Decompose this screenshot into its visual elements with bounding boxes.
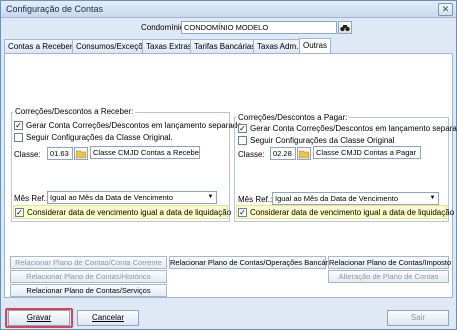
relacionar-historico-button[interactable]: Relacionar Plano de Contas/Histórico [10,270,167,283]
close-button[interactable]: ✕ [438,3,453,16]
title-bar: Configuração de Contas ✕ [1,1,456,18]
gravar-button[interactable]: Gravar [8,310,70,326]
sair-button[interactable]: Sair [387,310,449,326]
relacionar-conta-corrente-button[interactable]: Relacionar Plano de Contas/Conta Corrent… [10,256,167,269]
cancelar-label: Cancelar [91,313,124,322]
tab-taxas-extras[interactable]: Taxas Extras [142,39,196,53]
sair-label: Sair [410,313,426,322]
condominio-field[interactable]: CONDOMÍNIO MODELO [181,21,337,34]
receber-classe-desc-field: Classe CMJD Contas a Receber [90,146,200,159]
relacionar-operacoes-bancarias-button[interactable]: Relacionar Plano de Contas/Operações Ban… [169,256,338,269]
alteracao-plano-contas-button[interactable]: Alteração de Plano de Contas [328,270,449,283]
pagar-considerar-label: Considerar data de vencimento igual a da… [250,208,455,217]
receber-classe-label: Classe: [14,150,41,159]
tab-outras[interactable]: Outras [299,38,332,54]
receber-gerar-label: Gerar Conta Correções/Descontos em lança… [26,121,244,130]
receber-considerar-label: Considerar data de vencimento igual a da… [27,208,232,217]
receber-classe-code-field[interactable]: 01.63 [47,147,73,160]
pagar-mes-value: Igual ao Mês da Data de Vencimento [275,194,398,203]
pagar-classe-code-field[interactable]: 02.28 [270,147,296,160]
binoculars-icon [340,24,350,31]
receber-seguir-label: Seguir Configurações da Classe Original. [26,133,173,142]
pagar-classe-desc-field: Classe CMJD Contas a Pagar [313,146,421,159]
cancelar-button[interactable]: Cancelar [77,310,139,326]
pagar-seguir-checkbox[interactable] [238,136,247,145]
pagar-legend: Correções/Descontos a Pagar: [236,113,350,122]
pagar-gerar-checkbox[interactable]: ✓ [238,124,247,133]
receber-mes-select[interactable]: Igual ao Mês da Data de Vencimento ▼ [47,191,217,204]
configuracao-contas-window: Configuração de Contas ✕ Condomínio: CON… [0,0,457,330]
condominio-label: Condomínio: [141,23,187,32]
pagar-gerar-label: Gerar Conta Correções/Descontos em lança… [250,124,457,133]
receber-mes-label: Mês Ref.: [14,194,49,203]
relacionar-imposto-button[interactable]: Relacionar Plano de Contas/Imposto [328,256,451,269]
receber-classe-folder-button[interactable] [74,147,88,160]
tab-contas-receber[interactable]: Contas a Receber [4,39,77,53]
outras-panel: Correções/Descontos a Receber: ✓ Gerar C… [4,53,457,298]
receber-seguir-checkbox[interactable] [14,133,23,142]
receber-considerar-checkbox[interactable]: ✓ [15,208,24,217]
pagar-classe-folder-button[interactable] [297,147,311,160]
chevron-down-icon: ▼ [207,194,214,200]
relacionar-servicos-button[interactable]: Relacionar Plano de Contas/Serviços [10,284,167,297]
tab-taxas-adm[interactable]: Taxas Adm. [253,39,303,53]
receber-mes-value: Igual ao Mês da Data de Vencimento [50,193,173,202]
receber-legend: Correções/Descontos a Receber: [13,107,136,116]
pagar-considerar-checkbox[interactable]: ✓ [238,208,247,217]
chevron-down-icon: ▼ [429,195,436,201]
receber-gerar-checkbox[interactable]: ✓ [14,121,23,130]
pagar-seguir-label: Seguir Configurações da Classe Original [250,136,395,145]
gravar-label: Gravar [26,313,52,322]
folder-icon [299,150,309,158]
pagar-mes-select[interactable]: Igual ao Mês da Data de Vencimento ▼ [272,192,439,205]
tab-tarifas-bancarias[interactable]: Tarifas Bancárias [190,39,260,53]
pagar-mes-label: Mês Ref.: [238,195,273,204]
folder-icon [76,150,86,158]
pagar-classe-label: Classe: [238,150,265,159]
search-condominio-button[interactable] [338,21,352,34]
window-title: Configuração de Contas [6,4,104,14]
